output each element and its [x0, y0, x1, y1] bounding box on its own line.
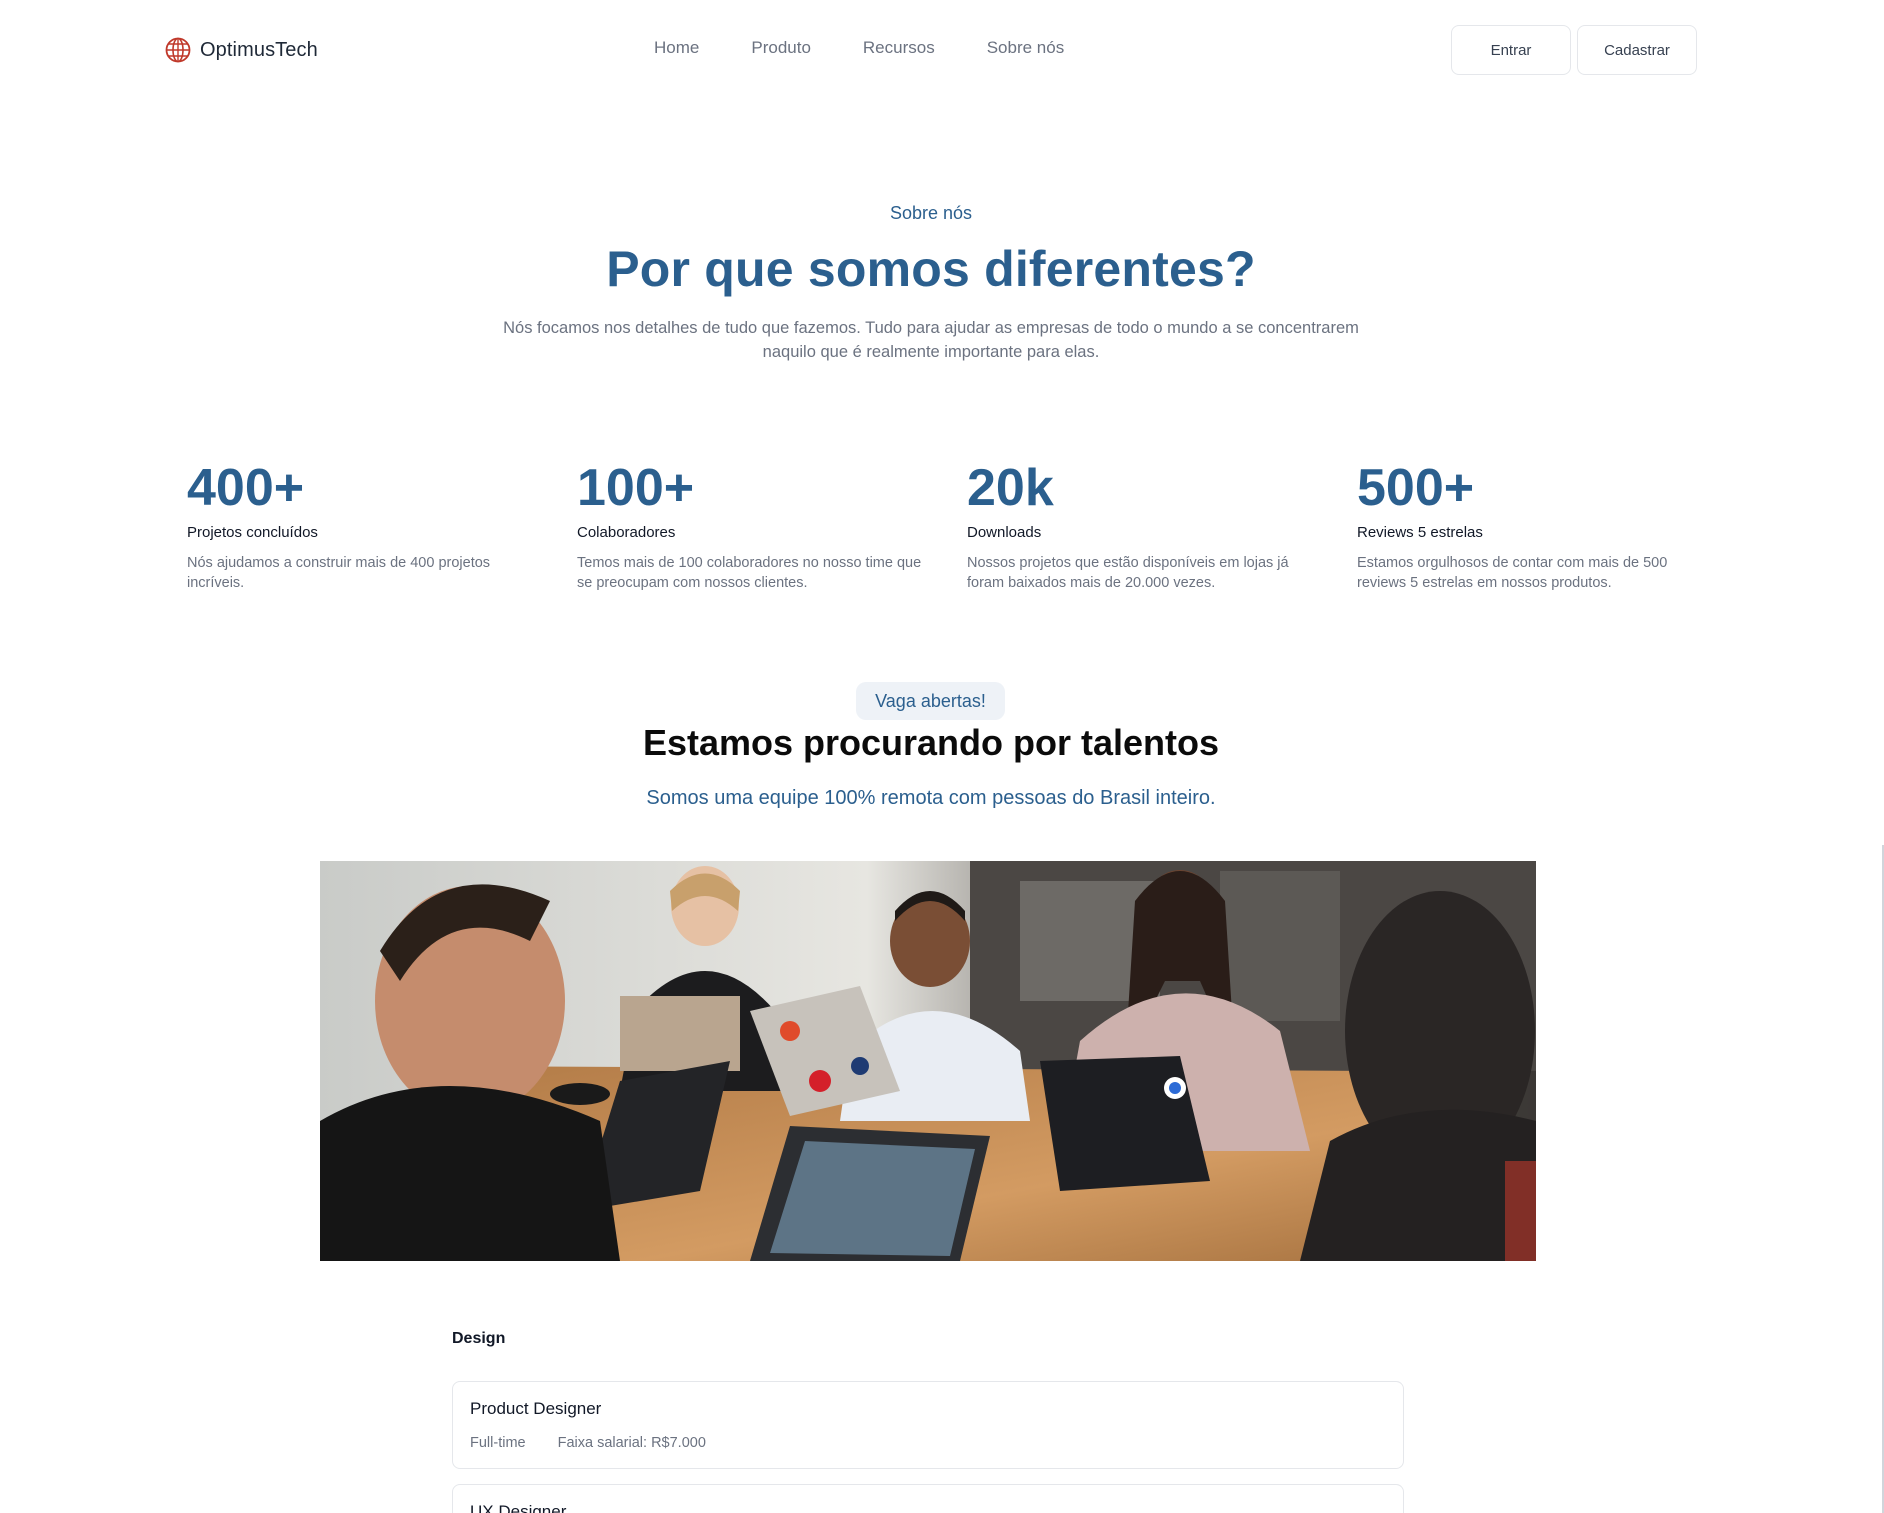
nav-link-produto[interactable]: Produto [751, 38, 811, 58]
stat-value: 400+ [187, 459, 305, 517]
hiring-title: Estamos procurando por talentos [642, 722, 1220, 763]
stat-label: Downloads [967, 524, 1042, 541]
section-description: Nós focamos nos detalhes de tudo que faz… [503, 319, 1359, 361]
job-type: Full-time [470, 1435, 526, 1451]
hiring-subtitle: Somos uma equipe 100% remota com pessoas… [646, 787, 1216, 809]
job-meta: Full-time Faixa salarial: R$7.000 [470, 1435, 706, 1451]
stat-description: Nossos projetos que estão disponíveis em… [967, 555, 1289, 591]
job-title: UX Designer [470, 1502, 567, 1513]
stat-value: 20k [967, 459, 1054, 517]
job-title: Product Designer [470, 1399, 602, 1418]
nav-link-sobre-nos[interactable]: Sobre nós [987, 38, 1065, 58]
signup-button[interactable]: Cadastrar [1577, 25, 1697, 75]
nav-link-recursos[interactable]: Recursos [863, 38, 935, 58]
jobs-badge: Vaga abertas! [856, 682, 1005, 720]
login-button[interactable]: Entrar [1451, 25, 1571, 75]
section-eyebrow: Sobre nós [889, 203, 973, 223]
stat-label: Projetos concluídos [187, 524, 318, 541]
stat-label: Colaboradores [577, 524, 676, 541]
stat-description: Nós ajudamos a construir mais de 400 pro… [187, 555, 491, 591]
stat-item: 500+ Reviews 5 estrelas Estamos orgulhos… [1357, 458, 1747, 598]
stat-description: Temos mais de 100 colaboradores no nosso… [577, 555, 922, 591]
stat-item: 20k Downloads Nossos projetos que estão … [967, 458, 1357, 598]
department-label: Design [452, 1330, 506, 1347]
stat-item: 100+ Colaboradores Temos mais de 100 col… [577, 458, 967, 598]
stats-row: 400+ Projetos concluídos Nós ajudamos a … [187, 458, 1747, 598]
nav-link-home[interactable]: Home [654, 38, 699, 58]
brand-name: OptimusTech [200, 38, 318, 61]
stat-description: Estamos orgulhosos de contar com mais de… [1357, 555, 1668, 591]
job-card[interactable]: UX Designer [452, 1484, 1404, 1513]
team-photo [320, 861, 1536, 1261]
brand-logo[interactable]: OptimusTech [164, 36, 318, 64]
job-card[interactable]: Product Designer Full-time Faixa salaria… [452, 1381, 1404, 1469]
page: OptimusTech Home Produto Recursos Sobre … [0, 0, 1884, 1513]
job-salary: Faixa salarial: R$7.000 [557, 1435, 706, 1451]
stat-value: 500+ [1357, 459, 1475, 517]
stat-value: 100+ [577, 459, 695, 517]
navbar: OptimusTech Home Produto Recursos Sobre … [0, 0, 1884, 100]
page-title: Por que somos diferentes? [606, 241, 1256, 297]
main-nav: Home Produto Recursos Sobre nós [654, 38, 1064, 58]
globe-icon [165, 37, 191, 63]
stat-label: Reviews 5 estrelas [1357, 524, 1483, 541]
stat-item: 400+ Projetos concluídos Nós ajudamos a … [187, 458, 577, 598]
nav-actions: Entrar Cadastrar [1451, 25, 1697, 75]
